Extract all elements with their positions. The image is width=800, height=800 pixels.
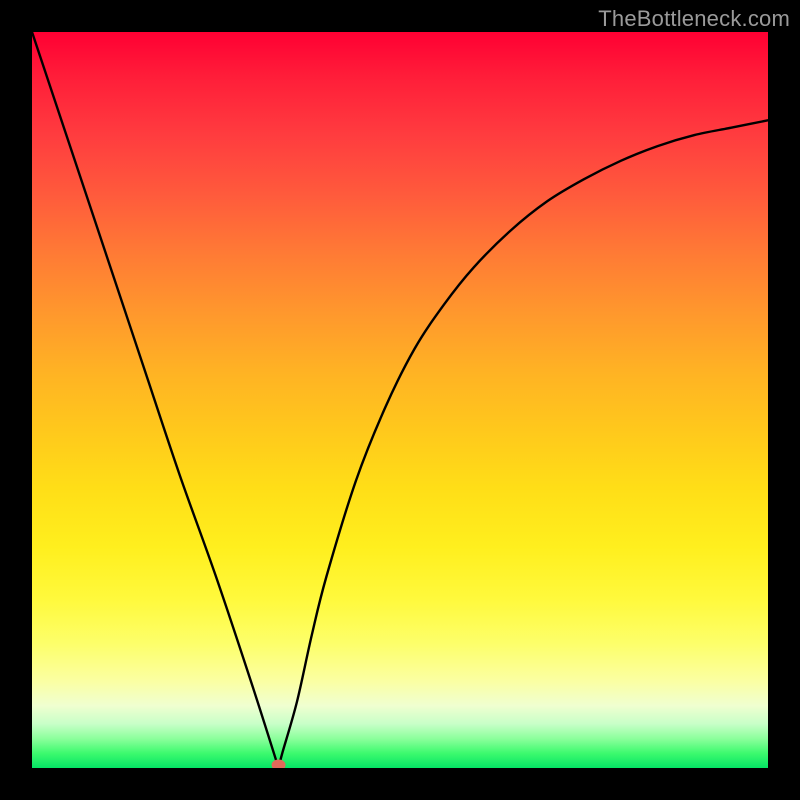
minimum-marker-dot xyxy=(272,760,286,769)
bottleneck-curve xyxy=(32,32,768,768)
bottleneck-curve-svg xyxy=(32,32,768,768)
chart-frame: TheBottleneck.com xyxy=(0,0,800,800)
plot-area xyxy=(32,32,768,768)
watermark-text: TheBottleneck.com xyxy=(598,6,790,32)
